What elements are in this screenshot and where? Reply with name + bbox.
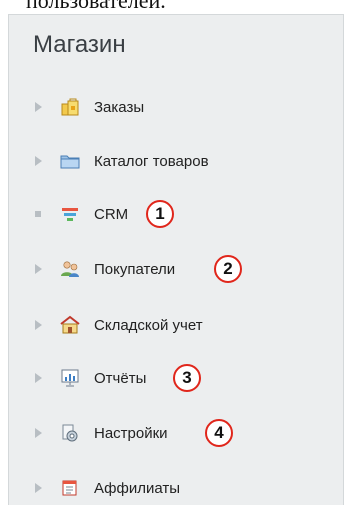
shopping-bags-icon (61, 98, 79, 116)
menu-item-label: Отчёты (94, 369, 147, 387)
leaf-dot-icon (33, 211, 43, 217)
menu-item-label: Складской учет (94, 316, 203, 334)
header-text-fragment: пользователей. (0, 0, 352, 14)
affiliates-icon (62, 480, 77, 496)
expand-arrow-icon[interactable] (33, 428, 43, 438)
expand-arrow-icon[interactable] (33, 102, 43, 112)
menu-item-settings[interactable]: Настройки 4 (9, 418, 329, 448)
report-chart-icon (61, 369, 79, 387)
menu-item-catalog[interactable]: Каталог товаров (9, 146, 329, 176)
expand-arrow-icon[interactable] (33, 483, 43, 493)
menu-title: Магазин (33, 31, 126, 58)
menu-item-reports[interactable]: Отчёты 3 (9, 363, 329, 393)
warehouse-icon (60, 315, 80, 334)
menu-item-orders[interactable]: Заказы (9, 92, 329, 122)
callout-badge: 2 (214, 255, 242, 283)
menu-item-label: CRM (94, 205, 129, 223)
menu-item-customers[interactable]: Покупатели 2 (9, 254, 329, 284)
menu-item-label: Покупатели (94, 260, 176, 278)
menu-item-label: Настройки (94, 424, 168, 442)
menu-item-warehouse[interactable]: Складской учет (9, 310, 329, 340)
menu-item-affiliates[interactable]: Аффилиаты (9, 473, 329, 503)
settings-gear-icon (62, 424, 78, 442)
expand-arrow-icon[interactable] (33, 320, 43, 330)
expand-arrow-icon[interactable] (33, 264, 43, 274)
callout-badge: 3 (173, 364, 201, 392)
shop-menu-panel: Магазин Заказы Каталог товаров CRM 1 Пок… (8, 14, 344, 505)
menu-item-crm[interactable]: CRM 1 (9, 199, 329, 229)
expand-arrow-icon[interactable] (33, 373, 43, 383)
users-icon (61, 261, 79, 277)
funnel-icon (62, 208, 78, 221)
folder-icon (60, 155, 80, 169)
menu-item-label: Заказы (94, 98, 145, 116)
header-text: пользователей. (26, 0, 166, 13)
menu-item-label: Каталог товаров (94, 152, 209, 170)
callout-badge: 4 (205, 419, 233, 447)
callout-badge: 1 (146, 200, 174, 228)
menu-item-label: Аффилиаты (94, 479, 181, 497)
expand-arrow-icon[interactable] (33, 156, 43, 166)
